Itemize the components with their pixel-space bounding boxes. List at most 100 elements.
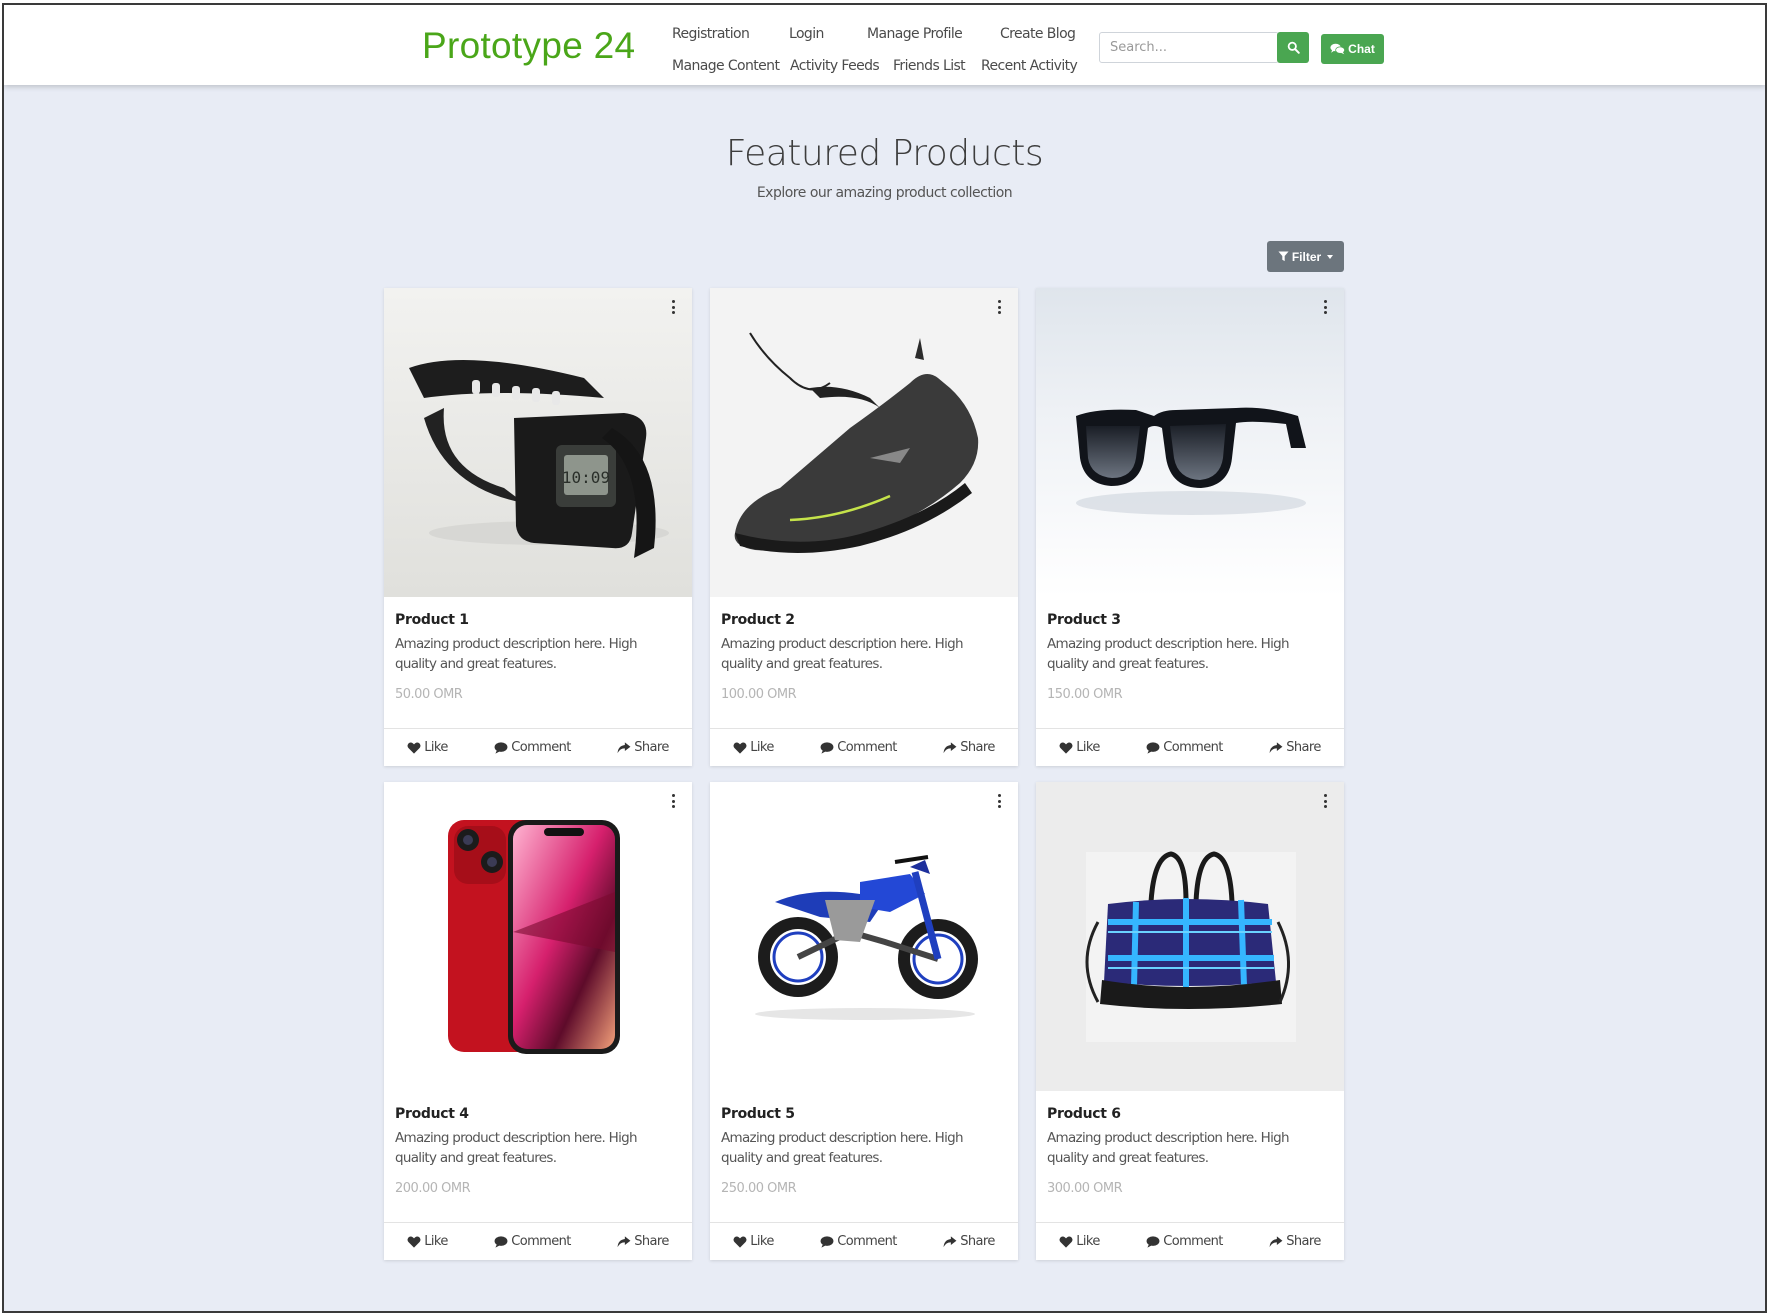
- more-options-icon[interactable]: [996, 300, 1002, 314]
- product-description: Amazing product description here. High q…: [1047, 1130, 1290, 1166]
- motorbike-image: [710, 782, 1018, 1091]
- card-actions: Like Comment Share: [710, 1222, 1018, 1260]
- nav-create-blog[interactable]: Create Blog: [1000, 26, 1076, 42]
- sneaker-image: [710, 288, 1018, 597]
- share-icon: [1269, 1235, 1283, 1247]
- comment-icon: [820, 1235, 834, 1248]
- share-icon: [1269, 741, 1283, 753]
- like-label: Like: [1076, 1234, 1100, 1249]
- like-button[interactable]: Like: [407, 1234, 448, 1249]
- comments-icon: [1330, 43, 1346, 55]
- comment-label: Comment: [511, 740, 571, 755]
- comment-button[interactable]: Comment: [494, 1234, 571, 1249]
- chat-label: Chat: [1348, 42, 1375, 56]
- comment-icon: [1146, 1235, 1160, 1248]
- more-options-icon[interactable]: [1322, 794, 1328, 808]
- comment-button[interactable]: Comment: [1146, 1234, 1223, 1249]
- share-button[interactable]: Share: [617, 740, 669, 755]
- card-actions: Like Comment Share: [710, 728, 1018, 766]
- nav-friends-list[interactable]: Friends List: [893, 58, 966, 74]
- product-title[interactable]: Product 1: [395, 612, 469, 628]
- more-options-icon[interactable]: [1322, 300, 1328, 314]
- navbar: Prototype 24 Registration Login Manage P…: [4, 5, 1765, 85]
- comment-button[interactable]: Comment: [1146, 740, 1223, 755]
- heart-icon: [407, 741, 421, 754]
- like-label: Like: [750, 740, 774, 755]
- nav-registration[interactable]: Registration: [672, 26, 750, 42]
- chevron-down-icon: [1327, 254, 1334, 259]
- comment-label: Comment: [1163, 740, 1223, 755]
- share-button[interactable]: Share: [943, 740, 995, 755]
- search-button[interactable]: [1277, 32, 1309, 63]
- product-price: 300.00 OMR: [1047, 1181, 1123, 1196]
- search-input[interactable]: [1099, 32, 1279, 63]
- like-label: Like: [424, 1234, 448, 1249]
- comment-label: Comment: [1163, 1234, 1223, 1249]
- product-image[interactable]: [1036, 782, 1344, 1091]
- like-button[interactable]: Like: [1059, 740, 1100, 755]
- heart-icon: [1059, 741, 1073, 754]
- product-title[interactable]: Product 2: [721, 612, 795, 628]
- product-price: 50.00 OMR: [395, 687, 463, 702]
- product-description: Amazing product description here. High q…: [395, 1130, 638, 1166]
- bag-image: [1036, 782, 1344, 1091]
- chat-button[interactable]: Chat: [1321, 34, 1384, 64]
- filter-label: Filter: [1291, 249, 1322, 264]
- nav-login[interactable]: Login: [789, 26, 824, 42]
- share-button[interactable]: Share: [943, 1234, 995, 1249]
- comment-label: Comment: [511, 1234, 571, 1249]
- nav-activity-feeds[interactable]: Activity Feeds: [790, 58, 880, 74]
- share-label: Share: [634, 740, 669, 755]
- product-price: 250.00 OMR: [721, 1181, 797, 1196]
- product-card: Product 2 Amazing product description he…: [710, 288, 1018, 766]
- comment-label: Comment: [837, 740, 897, 755]
- phone-image: [384, 782, 692, 1091]
- nav-recent-activity[interactable]: Recent Activity: [981, 58, 1078, 74]
- share-button[interactable]: Share: [1269, 1234, 1321, 1249]
- heart-icon: [407, 1235, 421, 1248]
- product-title[interactable]: Product 3: [1047, 612, 1121, 628]
- more-options-icon[interactable]: [996, 794, 1002, 808]
- product-image[interactable]: [710, 288, 1018, 597]
- comment-icon: [820, 741, 834, 754]
- comment-icon: [494, 741, 508, 754]
- brand-logo[interactable]: Prototype 24: [422, 25, 635, 67]
- comment-button[interactable]: Comment: [820, 740, 897, 755]
- share-label: Share: [1286, 740, 1321, 755]
- app-frame: Prototype 24 Registration Login Manage P…: [2, 3, 1767, 1313]
- search-icon: [1287, 41, 1300, 54]
- filter-button[interactable]: Filter: [1267, 241, 1344, 272]
- share-button[interactable]: Share: [1269, 740, 1321, 755]
- comment-button[interactable]: Comment: [494, 740, 571, 755]
- page-title: Featured Products: [725, 133, 1044, 174]
- product-price: 100.00 OMR: [721, 687, 797, 702]
- comment-button[interactable]: Comment: [820, 1234, 897, 1249]
- comment-label: Comment: [837, 1234, 897, 1249]
- product-title[interactable]: Product 4: [395, 1106, 469, 1122]
- page-subtitle: Explore our amazing product collection: [756, 185, 1013, 201]
- card-actions: Like Comment Share: [384, 1222, 692, 1260]
- like-button[interactable]: Like: [733, 740, 774, 755]
- product-card: Product 5 Amazing product description he…: [710, 782, 1018, 1260]
- share-label: Share: [960, 1234, 995, 1249]
- product-image[interactable]: 10:09: [384, 288, 692, 597]
- more-options-icon[interactable]: [670, 794, 676, 808]
- product-image[interactable]: [1036, 288, 1344, 597]
- like-button[interactable]: Like: [733, 1234, 774, 1249]
- more-options-icon[interactable]: [670, 300, 676, 314]
- product-card: 10:09 Product 1 Amazing product descript…: [384, 288, 692, 766]
- product-title[interactable]: Product 5: [721, 1106, 795, 1122]
- product-card: Product 6 Amazing product description he…: [1036, 782, 1344, 1260]
- product-image[interactable]: [710, 782, 1018, 1091]
- like-label: Like: [424, 740, 448, 755]
- product-title[interactable]: Product 6: [1047, 1106, 1121, 1122]
- nav-manage-profile[interactable]: Manage Profile: [867, 26, 963, 42]
- share-icon: [943, 741, 957, 753]
- like-button[interactable]: Like: [1059, 1234, 1100, 1249]
- nav-manage-content[interactable]: Manage Content: [672, 58, 780, 74]
- heart-icon: [733, 741, 747, 754]
- share-button[interactable]: Share: [617, 1234, 669, 1249]
- like-button[interactable]: Like: [407, 740, 448, 755]
- product-image[interactable]: [384, 782, 692, 1091]
- product-description: Amazing product description here. High q…: [721, 1130, 964, 1166]
